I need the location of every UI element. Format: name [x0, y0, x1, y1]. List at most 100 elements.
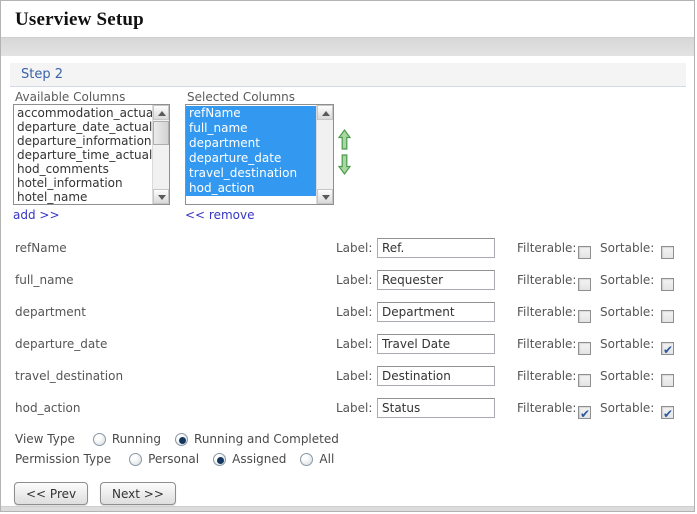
step-header: Step 2: [10, 63, 686, 87]
sortable-caption: Sortable:: [600, 337, 655, 351]
label-caption: Label:: [336, 369, 373, 383]
userview-setup-window: Userview Setup Step 2 Available Columns …: [0, 0, 695, 512]
sortable-caption: Sortable:: [600, 305, 655, 319]
permission-type-radio[interactable]: [300, 452, 314, 466]
available-column-option[interactable]: hod_comments: [14, 162, 152, 176]
filterable-checkbox[interactable]: [578, 404, 591, 425]
sortable-checkbox[interactable]: [661, 278, 674, 291]
label-input[interactable]: [377, 270, 495, 290]
permission-type-option-label: Personal: [148, 452, 200, 466]
filterable-checkbox[interactable]: [578, 278, 591, 291]
filterable-caption: Filterable:: [517, 401, 577, 415]
field-name: travel_destination: [15, 369, 124, 383]
available-column-option[interactable]: accommodation_actual: [14, 106, 152, 120]
add-link[interactable]: add >>: [13, 208, 60, 222]
available-column-option[interactable]: hotel_information: [14, 176, 152, 190]
label-caption: Label:: [336, 241, 373, 255]
page-title: Userview Setup: [15, 9, 144, 30]
selected-column-option[interactable]: department: [186, 136, 316, 151]
selected-column-option[interactable]: refName: [186, 106, 316, 121]
sortable-caption: Sortable:: [600, 241, 655, 255]
filterable-checkbox[interactable]: [578, 246, 591, 259]
available-column-option[interactable]: departure_time_actual: [14, 148, 152, 162]
scroll-up-button[interactable]: [317, 105, 333, 120]
permission-type-option-label: Assigned: [232, 452, 287, 466]
selected-columns-listbox[interactable]: refName full_name department departure_date…: [185, 104, 334, 205]
label-input[interactable]: [377, 334, 495, 354]
selected-columns-items: refName full_name department departure_date…: [186, 105, 316, 204]
field-row: departure_date Label: Filterable: Sortable:: [1, 334, 694, 361]
label-caption: Label:: [336, 273, 373, 287]
view-type-label: View Type: [15, 432, 75, 446]
scroll-down-icon: [158, 195, 166, 200]
sortable-caption: Sortable:: [600, 369, 655, 383]
field-name: refName: [15, 241, 67, 255]
selected-column-option[interactable]: departure_date: [186, 151, 316, 166]
view-type-radio[interactable]: [175, 432, 189, 446]
label-input[interactable]: [377, 398, 495, 418]
permission-type-radio[interactable]: [213, 452, 227, 466]
prev-button[interactable]: << Prev: [14, 482, 89, 505]
move-down-icon[interactable]: [338, 154, 351, 175]
available-columns-listbox[interactable]: accommodation_actual departure_date_actua…: [13, 104, 170, 205]
sortable-checkbox[interactable]: [661, 404, 674, 425]
filterable-caption: Filterable:: [517, 337, 577, 351]
field-name: departure_date: [15, 337, 108, 351]
field-row: full_name Label: Filterable: Sortable:: [1, 270, 694, 291]
filterable-caption: Filterable:: [517, 305, 577, 319]
available-columns-items: accommodation_actual departure_date_actua…: [14, 105, 152, 204]
filterable-checkbox[interactable]: [578, 374, 591, 387]
label-caption: Label:: [336, 401, 373, 415]
label-input[interactable]: [377, 238, 495, 258]
scroll-down-button[interactable]: [317, 189, 333, 204]
selected-scrollbar[interactable]: [316, 105, 333, 204]
scroll-up-button[interactable]: [153, 105, 169, 120]
sortable-checkbox[interactable]: [661, 374, 674, 387]
scroll-up-icon: [322, 111, 330, 116]
selected-column-option[interactable]: hod_action: [186, 181, 316, 196]
sortable-caption: Sortable:: [600, 401, 655, 415]
field-row: travel_destination Label: Filterable: Sorta…: [1, 366, 694, 387]
filterable-checkbox[interactable]: [578, 342, 591, 355]
permission-type-label: Permission Type: [15, 452, 112, 466]
footer-band: [1, 506, 694, 511]
label-input[interactable]: [377, 302, 495, 322]
permission-type-option-label: All: [319, 452, 335, 466]
selected-column-option[interactable]: full_name: [186, 121, 316, 136]
sortable-checkbox[interactable]: [661, 246, 674, 259]
scroll-down-icon: [322, 195, 330, 200]
filterable-caption: Filterable:: [517, 273, 577, 287]
field-name: hod_action: [15, 401, 81, 415]
sortable-checkbox[interactable]: [661, 310, 674, 323]
available-columns-label: Available Columns: [15, 90, 126, 104]
remove-link[interactable]: << remove: [185, 208, 255, 222]
field-name: full_name: [15, 273, 74, 287]
filterable-checkbox[interactable]: [578, 310, 591, 323]
view-type-options: View Type Running Running and Completed: [15, 431, 347, 447]
sortable-caption: Sortable:: [600, 273, 655, 287]
header-divider-band: [1, 37, 694, 56]
sortable-checkbox[interactable]: [661, 340, 674, 361]
available-column-option[interactable]: hotel_name: [14, 190, 152, 204]
available-column-option[interactable]: departure_date_actual: [14, 120, 152, 134]
label-input[interactable]: [377, 366, 495, 386]
available-column-option[interactable]: departure_information: [14, 134, 152, 148]
field-row: refName Label: Filterable: Sortable:: [1, 238, 694, 259]
reorder-arrows: [338, 129, 352, 179]
label-caption: Label:: [336, 337, 373, 351]
available-scrollbar[interactable]: [152, 105, 169, 204]
scroll-down-button[interactable]: [153, 189, 169, 204]
scroll-up-icon: [158, 111, 166, 116]
permission-type-radio[interactable]: [129, 452, 143, 466]
field-name: department: [15, 305, 86, 319]
move-up-icon[interactable]: [338, 129, 351, 150]
field-row: department Label: Filterable: Sortable:: [1, 302, 694, 323]
scrollbar-thumb[interactable]: [153, 121, 169, 145]
next-button[interactable]: Next >>: [100, 482, 176, 505]
label-caption: Label:: [336, 305, 373, 319]
selected-column-option[interactable]: travel_destination: [186, 166, 316, 181]
view-type-option-label: Running: [111, 432, 162, 446]
filterable-caption: Filterable:: [517, 369, 577, 383]
selected-columns-label: Selected Columns: [187, 90, 296, 104]
view-type-radio[interactable]: [92, 432, 106, 446]
